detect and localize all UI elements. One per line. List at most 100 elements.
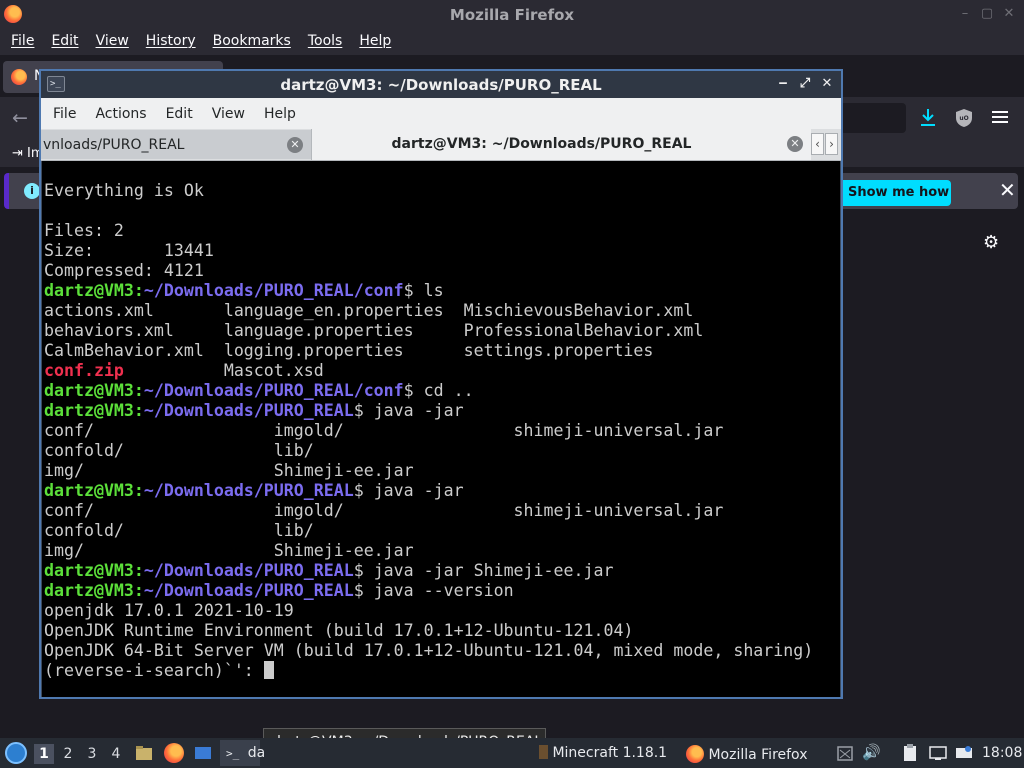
taskbar-task-firefox[interactable]: Mozilla Firefox — [682, 740, 822, 766]
prompt-user: dartz@VM3: — [44, 281, 144, 300]
terminal-line: openjdk 17.0.1 2021-10-19 — [44, 601, 294, 620]
terminal-line: OpenJDK Runtime Environment (build 17.0.… — [44, 621, 634, 640]
terminal-line: CalmBehavior.xml logging.properties sett… — [44, 341, 654, 360]
terminal-menu-file[interactable]: File — [45, 98, 84, 129]
terminal-line: Files: 2 — [44, 221, 124, 240]
workspace-3[interactable]: 3 — [82, 744, 102, 764]
prompt-user: dartz@VM3: — [44, 581, 144, 600]
maximize-icon[interactable]: ▢ — [978, 5, 996, 23]
menu-bookmarks[interactable]: Bookmarks — [206, 29, 298, 55]
terminal-line: behaviors.xml language.properties Profes… — [44, 321, 704, 340]
terminal-tab-active[interactable]: dartz@VM3: ~/Downloads/PURO_REAL ✕ — [311, 129, 811, 160]
terminal-minimize-icon[interactable]: ‒ — [775, 75, 791, 93]
menu-edit[interactable]: Edit — [44, 29, 85, 55]
network-icon[interactable] — [928, 743, 948, 763]
clock: 18:08 — [982, 745, 1023, 761]
terminal-line: dartz@VM3:~/Downloads/PURO_REAL/conf$ cd… — [44, 381, 474, 400]
prompt-path: ~/Downloads/PURO_REAL — [143, 581, 354, 600]
volume-icon[interactable]: 🔊 — [862, 743, 882, 763]
firefox-titlebar: Mozilla Firefox – ▢ ✕ — [0, 0, 1024, 29]
terminal-menu-edit[interactable]: Edit — [158, 98, 201, 129]
desktop-icon[interactable] — [193, 743, 213, 763]
ublock-icon[interactable]: uO — [955, 108, 973, 128]
prompt-user: dartz@VM3: — [44, 481, 144, 500]
taskbar: 1 2 3 4 >_ da Minecraft 1.18.1 Mozilla F… — [0, 738, 1024, 768]
text-cursor — [263, 661, 274, 679]
firefox-launcher-icon[interactable] — [164, 743, 184, 763]
notification-close-icon[interactable]: ✕ — [999, 178, 1016, 202]
terminal-maximize-icon[interactable]: ⤢ — [797, 75, 813, 93]
terminal-line: conf/ imgold/ shimeji-universal.jar — [44, 421, 724, 440]
terminal-titlebar[interactable]: >_ dartz@VM3: ~/Downloads/PURO_REAL ‒ ⤢ … — [41, 71, 841, 98]
prompt-path: ~/Downloads/PURO_REAL/conf — [143, 381, 404, 400]
prompt-path: ~/Downloads/PURO_REAL — [143, 401, 354, 420]
workspace-1[interactable]: 1 — [34, 744, 54, 764]
terminal-tab-label: dartz@VM3: ~/Downloads/PURO_REAL — [391, 136, 692, 152]
prompt-path: ~/Downloads/PURO_REAL — [143, 481, 354, 500]
terminal-line: OpenJDK 64-Bit Server VM (build 17.0.1+1… — [44, 641, 814, 660]
prompt-path: ~/Downloads/PURO_REAL/conf — [143, 281, 404, 300]
clipboard-icon[interactable] — [900, 743, 920, 763]
command: ls — [413, 281, 444, 300]
firefox-icon — [686, 745, 704, 763]
firefox-tab-icon — [11, 69, 27, 85]
firefox-window-title: Mozilla Firefox — [449, 6, 575, 24]
terminal-menu-actions[interactable]: Actions — [87, 98, 154, 129]
start-menu-icon[interactable] — [5, 742, 27, 764]
terminal-output[interactable]: Everything is Ok Files: 2 Size: 13441 Compr… — [42, 161, 840, 697]
prompt-user: dartz@VM3: — [44, 381, 144, 400]
tab-close-icon[interactable]: ✕ — [787, 136, 803, 152]
command: java -jar — [363, 401, 464, 420]
prompt-path: ~/Downloads/PURO_REAL — [143, 561, 354, 580]
menu-history[interactable]: History — [139, 29, 203, 55]
terminal-tab-inactive[interactable]: vnloads/PURO_REAL ✕ — [41, 130, 311, 159]
terminal-line: img/ Shimeji-ee.jar — [44, 541, 414, 560]
url-bar[interactable] — [840, 103, 906, 133]
terminal-line: dartz@VM3:~/Downloads/PURO_REAL$ java -j… — [44, 481, 464, 500]
download-icon[interactable] — [918, 107, 938, 129]
terminal-menubar: File Actions Edit View Help — [41, 98, 841, 129]
minimize-icon[interactable]: – — [956, 5, 974, 23]
show-me-how-button[interactable]: Show me how — [834, 180, 951, 206]
firefox-menubar: File Edit View History Bookmarks Tools H… — [0, 29, 1024, 55]
back-arrow-icon[interactable]: ← — [12, 107, 28, 129]
terminal-menu-view[interactable]: View — [204, 98, 253, 129]
terminal-line: img/ Shimeji-ee.jar — [44, 461, 414, 480]
menu-help[interactable]: Help — [352, 29, 398, 55]
command: java -jar — [363, 481, 464, 500]
terminal-menu-help[interactable]: Help — [256, 98, 304, 129]
terminal-window-title: dartz@VM3: ~/Downloads/PURO_REAL — [280, 76, 602, 94]
archive-file: conf.zip — [44, 361, 124, 380]
terminal-tabbar: vnloads/PURO_REAL ✕ dartz@VM3: ~/Downloa… — [41, 129, 841, 161]
terminal-window: >_ dartz@VM3: ~/Downloads/PURO_REAL ‒ ⤢ … — [39, 69, 843, 699]
terminal-icon: >_ — [226, 747, 240, 760]
trash-icon[interactable] — [835, 743, 855, 763]
menu-tools[interactable]: Tools — [301, 29, 350, 55]
terminal-line: confold/ lib/ — [44, 521, 314, 540]
terminal-line: Size: 13441 — [44, 241, 214, 260]
close-icon[interactable]: ✕ — [1000, 5, 1018, 23]
file-manager-icon[interactable] — [134, 743, 154, 763]
taskbar-task-minecraft[interactable]: Minecraft 1.18.1 — [535, 740, 675, 766]
command: cd .. — [413, 381, 474, 400]
terminal-line: actions.xml language_en.properties Misch… — [44, 301, 694, 320]
menu-icon[interactable] — [992, 111, 1008, 126]
menu-view[interactable]: View — [89, 29, 136, 55]
menu-file[interactable]: File — [4, 29, 41, 55]
workspace-4[interactable]: 4 — [106, 744, 126, 764]
tab-scroll-left-icon[interactable]: ‹ — [811, 133, 824, 155]
svg-text:uO: uO — [959, 115, 968, 122]
workspace-2[interactable]: 2 — [58, 744, 78, 764]
bluetooth-icon[interactable] — [954, 743, 974, 763]
prompt-user: dartz@VM3: — [44, 561, 144, 580]
terminal-tab-label: vnloads/PURO_REAL — [43, 137, 185, 153]
taskbar-task-terminal[interactable]: >_ da — [220, 740, 265, 766]
gear-icon[interactable]: ⚙ — [983, 232, 999, 253]
terminal-line: dartz@VM3:~/Downloads/PURO_REAL$ java -j… — [44, 561, 614, 580]
terminal-close-icon[interactable]: ✕ — [819, 75, 835, 93]
command: java --version — [363, 581, 514, 600]
tab-close-icon[interactable]: ✕ — [287, 137, 303, 153]
terminal-line: dartz@VM3:~/Downloads/PURO_REAL$ java --… — [44, 581, 514, 600]
tab-scroll-right-icon[interactable]: › — [825, 133, 838, 155]
